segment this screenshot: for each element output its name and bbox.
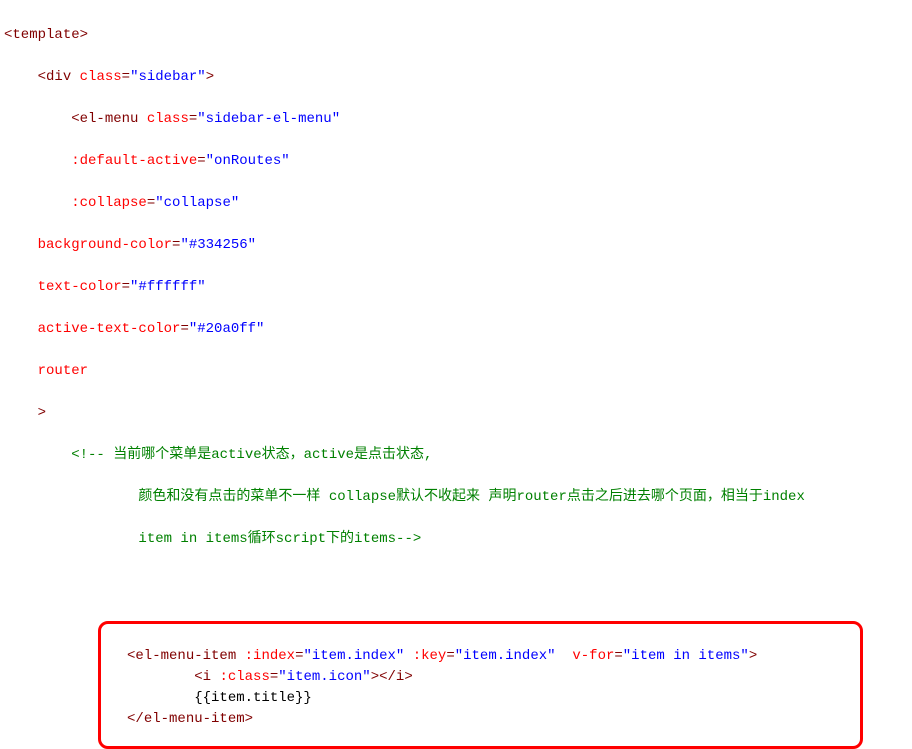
comment-text: item in items循环script下的items--> — [71, 531, 421, 547]
comment-text: <!-- 当前哪个菜单是active状态，active是点击状态, — [38, 447, 433, 463]
code-line: <el-menu-item :index="item.index" :key="… — [127, 646, 852, 667]
comment-text: 颜色和没有点击的菜单不一样 collapse默认不收起来 声明router点击之… — [71, 489, 805, 505]
code-comment-line: <!-- 当前哪个菜单是active状态，active是点击状态, — [4, 445, 912, 466]
code-line: router — [4, 361, 912, 382]
code-line: {{item.title}} — [127, 688, 852, 709]
code-line: <template> — [4, 25, 912, 46]
code-line: background-color="#334256" — [4, 235, 912, 256]
code-line: active-text-color="#20a0ff" — [4, 319, 912, 340]
code-line: <el-menu class="sidebar-el-menu" — [4, 109, 912, 130]
code-line: </el-menu-item> — [127, 709, 852, 730]
code-line: :default-active="onRoutes" — [4, 151, 912, 172]
code-comment-line: 颜色和没有点击的菜单不一样 collapse默认不收起来 声明router点击之… — [4, 487, 912, 508]
code-line: :collapse="collapse" — [4, 193, 912, 214]
code-block: <template> <div class="sidebar"> <el-men… — [4, 4, 912, 613]
code-line — [4, 571, 912, 592]
code-comment-line: item in items循环script下的items--> — [4, 529, 912, 550]
code-line: <div class="sidebar"> — [4, 67, 912, 88]
code-line: text-color="#ffffff" — [4, 277, 912, 298]
highlighted-code-box: <el-menu-item :index="item.index" :key="… — [98, 621, 863, 749]
code-line: <i :class="item.icon"></i> — [127, 667, 852, 688]
code-line: > — [4, 403, 912, 424]
